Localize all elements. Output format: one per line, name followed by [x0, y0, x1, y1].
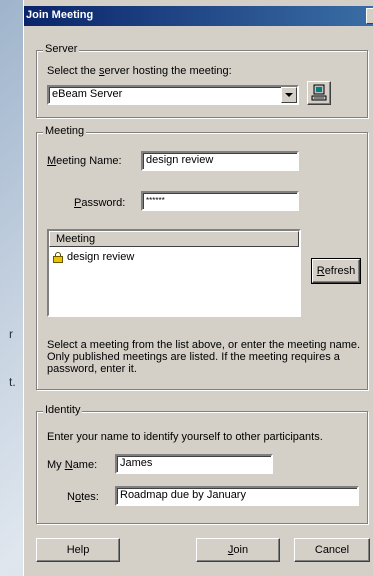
meeting-name-label: Meeting Name:: [47, 155, 122, 167]
list-item[interactable]: design review: [53, 251, 134, 263]
help-button[interactable]: Help: [36, 538, 120, 562]
background-text: t.: [9, 375, 16, 389]
identity-group: Identity Enter your name to identify you…: [36, 404, 368, 524]
title-bar[interactable]: Join Meeting: [24, 6, 373, 26]
lock-icon: [53, 251, 63, 263]
background-text: r: [9, 327, 13, 341]
password-input[interactable]: ******: [141, 191, 299, 211]
notes-input[interactable]: Roadmap due by January: [115, 486, 359, 506]
meeting-name-input[interactable]: design review: [141, 151, 299, 171]
dialog-title: Join Meeting: [26, 9, 94, 21]
close-button[interactable]: [366, 8, 373, 24]
refresh-label: Refresh: [316, 265, 356, 277]
list-item-label: design review: [67, 251, 135, 263]
meeting-list[interactable]: Meeting design review: [47, 229, 301, 317]
chevron-down-icon[interactable]: [281, 87, 297, 103]
server-prompt: Select the server hosting the meeting:: [47, 65, 232, 77]
refresh-button[interactable]: Refresh: [311, 258, 361, 284]
join-label: Join: [227, 544, 249, 556]
my-name-input[interactable]: James: [115, 454, 273, 474]
server-group: Server Select the server hosting the mee…: [36, 43, 368, 118]
identity-legend: Identity: [43, 404, 83, 416]
meeting-legend: Meeting: [43, 125, 87, 137]
server-browse-button[interactable]: [307, 81, 331, 105]
notes-label: Notes:: [67, 491, 99, 503]
computer-icon: [311, 84, 327, 101]
server-select[interactable]: eBeam Server: [47, 85, 299, 105]
server-legend: Server: [43, 43, 80, 55]
list-column-header[interactable]: Meeting: [49, 231, 299, 247]
password-label: Password:: [74, 197, 126, 209]
server-select-value: eBeam Server: [52, 88, 123, 100]
join-meeting-dialog: Join Meeting Server Select the server ho…: [23, 0, 373, 576]
meeting-group: Meeting Meeting Name: design review Pass…: [36, 125, 368, 390]
cancel-button[interactable]: Cancel: [294, 538, 370, 562]
my-name-label: My Name:: [47, 459, 98, 471]
meeting-help-text: Select a meeting from the list above, or…: [47, 339, 361, 375]
identity-prompt: Enter your name to identify yourself to …: [47, 431, 323, 443]
join-button[interactable]: Join: [196, 538, 280, 562]
